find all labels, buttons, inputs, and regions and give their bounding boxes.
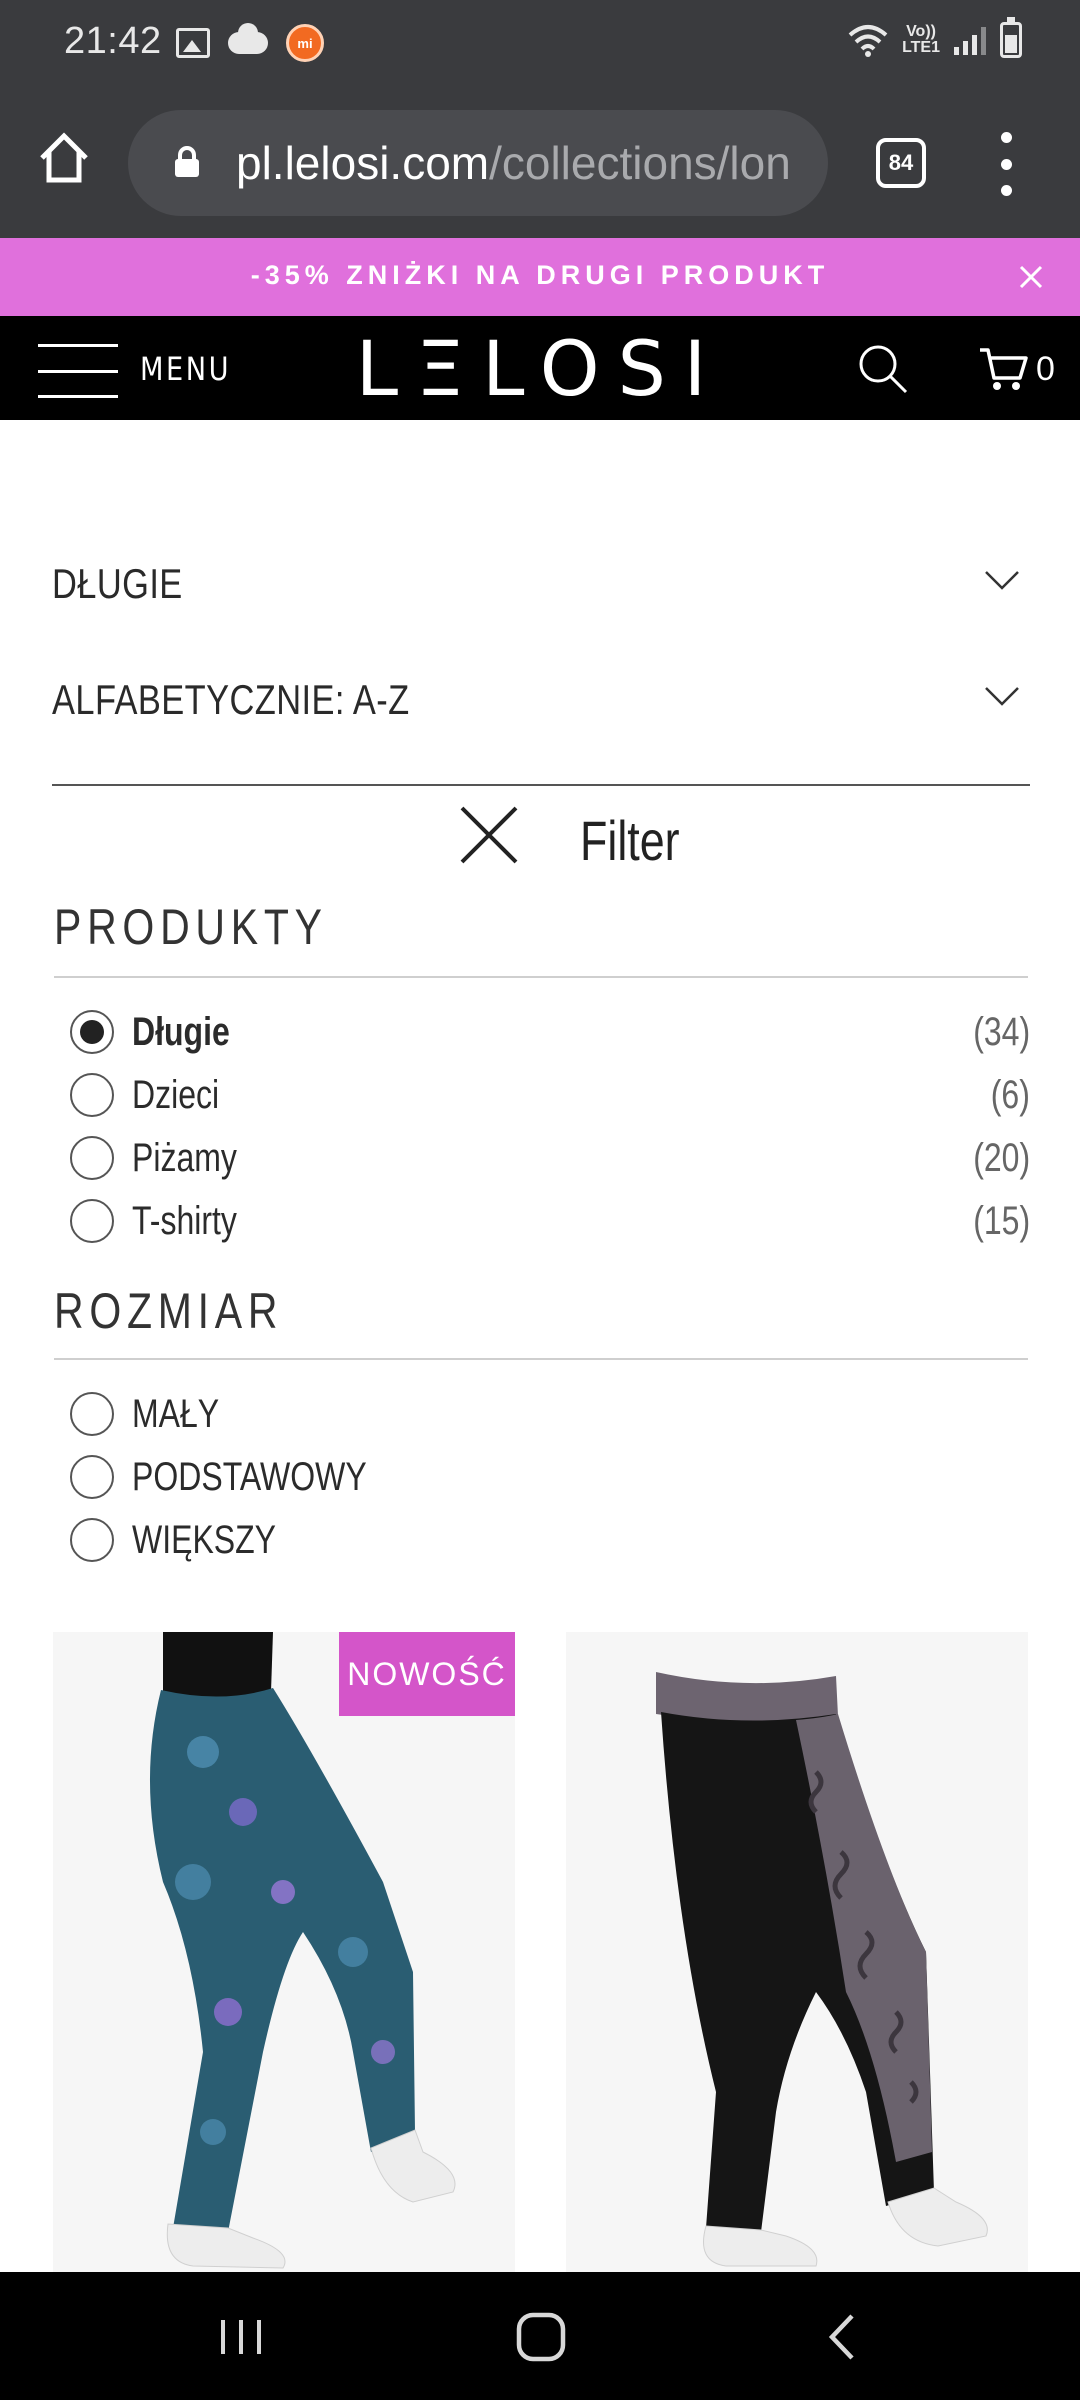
notification-icons: mi <box>176 23 324 62</box>
menu-label[interactable]: MENU <box>140 350 231 388</box>
promo-text: -35% ZNIŻKI NA DRUGI PRODUKT <box>250 260 830 290</box>
size-filter-heading: ROZMIAR <box>54 1283 284 1339</box>
divider <box>52 784 1030 786</box>
new-badge: NOWOŚĆ <box>339 1632 515 1716</box>
filter-option-dlugie[interactable]: Długie (34) <box>70 1004 1030 1060</box>
site-header: MENU LΞLOSI 0 <box>0 316 1080 420</box>
size-option-wiekszy[interactable]: WIĘKSZY <box>70 1512 1030 1568</box>
filter-option-label: Piżamy <box>132 1136 237 1180</box>
more-vert-icon[interactable] <box>996 132 1016 196</box>
status-time: 21:42 <box>64 20 162 62</box>
size-option-podstawowy[interactable]: PODSTAWOWY <box>70 1449 1030 1505</box>
cart-icon[interactable] <box>978 346 1028 392</box>
filter-header: Filter <box>0 800 1080 872</box>
chevron-down-icon <box>985 571 1019 590</box>
url-text[interactable]: pl.lelosi.com/collections/lon <box>236 136 791 190</box>
close-filter-icon[interactable] <box>458 804 520 866</box>
promo-banner: -35% ZNIŻKI NA DRUGI PRODUKT <box>0 238 1080 316</box>
radio-button[interactable] <box>70 1010 114 1054</box>
battery-icon <box>1000 17 1022 58</box>
home-icon[interactable] <box>36 130 92 186</box>
recent-apps-icon[interactable] <box>206 2302 276 2372</box>
back-icon[interactable] <box>808 2302 878 2372</box>
products-filter-heading: PRODUKTY <box>54 899 328 955</box>
tab-switcher-button[interactable]: 84 <box>876 138 926 188</box>
size-option-label: PODSTAWOWY <box>132 1455 367 1499</box>
volte-bottom-text: LTE1 <box>902 39 940 56</box>
browser-toolbar: pl.lelosi.com/collections/lon 84 <box>0 88 1080 238</box>
wifi-icon <box>848 25 888 57</box>
size-option-label: MAŁY <box>132 1392 220 1436</box>
filter-option-count: (34) <box>973 1010 1030 1054</box>
gallery-icon <box>176 28 210 58</box>
volte-top-text: Vo)) <box>906 23 936 40</box>
filter-option-pizamy[interactable]: Piżamy (20) <box>70 1130 1030 1186</box>
filter-option-count: (20) <box>973 1136 1030 1180</box>
system-icons: Vo)) LTE1 <box>848 17 1022 58</box>
mi-icon: mi <box>286 24 324 62</box>
radio-button[interactable] <box>70 1073 114 1117</box>
cloud-icon <box>228 23 268 54</box>
radio-button[interactable] <box>70 1455 114 1499</box>
home-nav-icon[interactable] <box>506 2302 576 2372</box>
collection-select[interactable]: DŁUGIE <box>52 548 1030 618</box>
size-option-label: WIĘKSZY <box>132 1518 277 1562</box>
volte-icon: Vo)) LTE1 <box>902 24 940 56</box>
filter-option-tshirty[interactable]: T-shirty (15) <box>70 1193 1030 1249</box>
radio-button[interactable] <box>70 1518 114 1562</box>
signal-icon <box>954 25 986 55</box>
cart-count: 0 <box>1036 350 1055 388</box>
address-bar[interactable]: pl.lelosi.com/collections/lon <box>128 110 828 216</box>
status-bar: 21:42 mi Vo)) LTE1 <box>0 0 1080 88</box>
filter-option-dzieci[interactable]: Dzieci (6) <box>70 1067 1030 1123</box>
sort-select-label: ALFABETYCZNIE: A-Z <box>52 676 410 723</box>
hamburger-icon[interactable] <box>38 344 118 398</box>
radio-button[interactable] <box>70 1136 114 1180</box>
collection-select-label: DŁUGIE <box>52 560 183 607</box>
filter-option-label: T-shirty <box>132 1199 237 1243</box>
url-path: /collections/lon <box>489 137 791 189</box>
lock-icon <box>175 146 199 177</box>
filter-option-count: (15) <box>973 1199 1030 1243</box>
search-icon[interactable] <box>856 342 910 396</box>
filter-option-count: (6) <box>990 1073 1030 1117</box>
url-domain: pl.lelosi.com <box>236 137 490 189</box>
filter-title: Filter <box>580 809 680 872</box>
size-option-maly[interactable]: MAŁY <box>70 1386 1030 1442</box>
sort-select[interactable]: ALFABETYCZNIE: A-Z <box>52 664 1030 734</box>
section-divider <box>54 976 1028 978</box>
radio-button[interactable] <box>70 1392 114 1436</box>
product-card[interactable] <box>566 1632 1028 2272</box>
close-icon[interactable] <box>1016 262 1046 292</box>
system-nav-bar <box>0 2272 1080 2400</box>
filter-option-label: Dzieci <box>132 1073 220 1117</box>
product-image[interactable] <box>566 1632 1028 2272</box>
product-card[interactable]: NOWOŚĆ <box>53 1632 515 2272</box>
section-divider <box>54 1358 1028 1360</box>
product-image[interactable] <box>53 1632 515 2272</box>
radio-button[interactable] <box>70 1199 114 1243</box>
chevron-down-icon <box>985 687 1019 706</box>
filter-option-label: Długie <box>132 1010 230 1054</box>
logo[interactable]: LΞLOSI <box>340 331 740 407</box>
